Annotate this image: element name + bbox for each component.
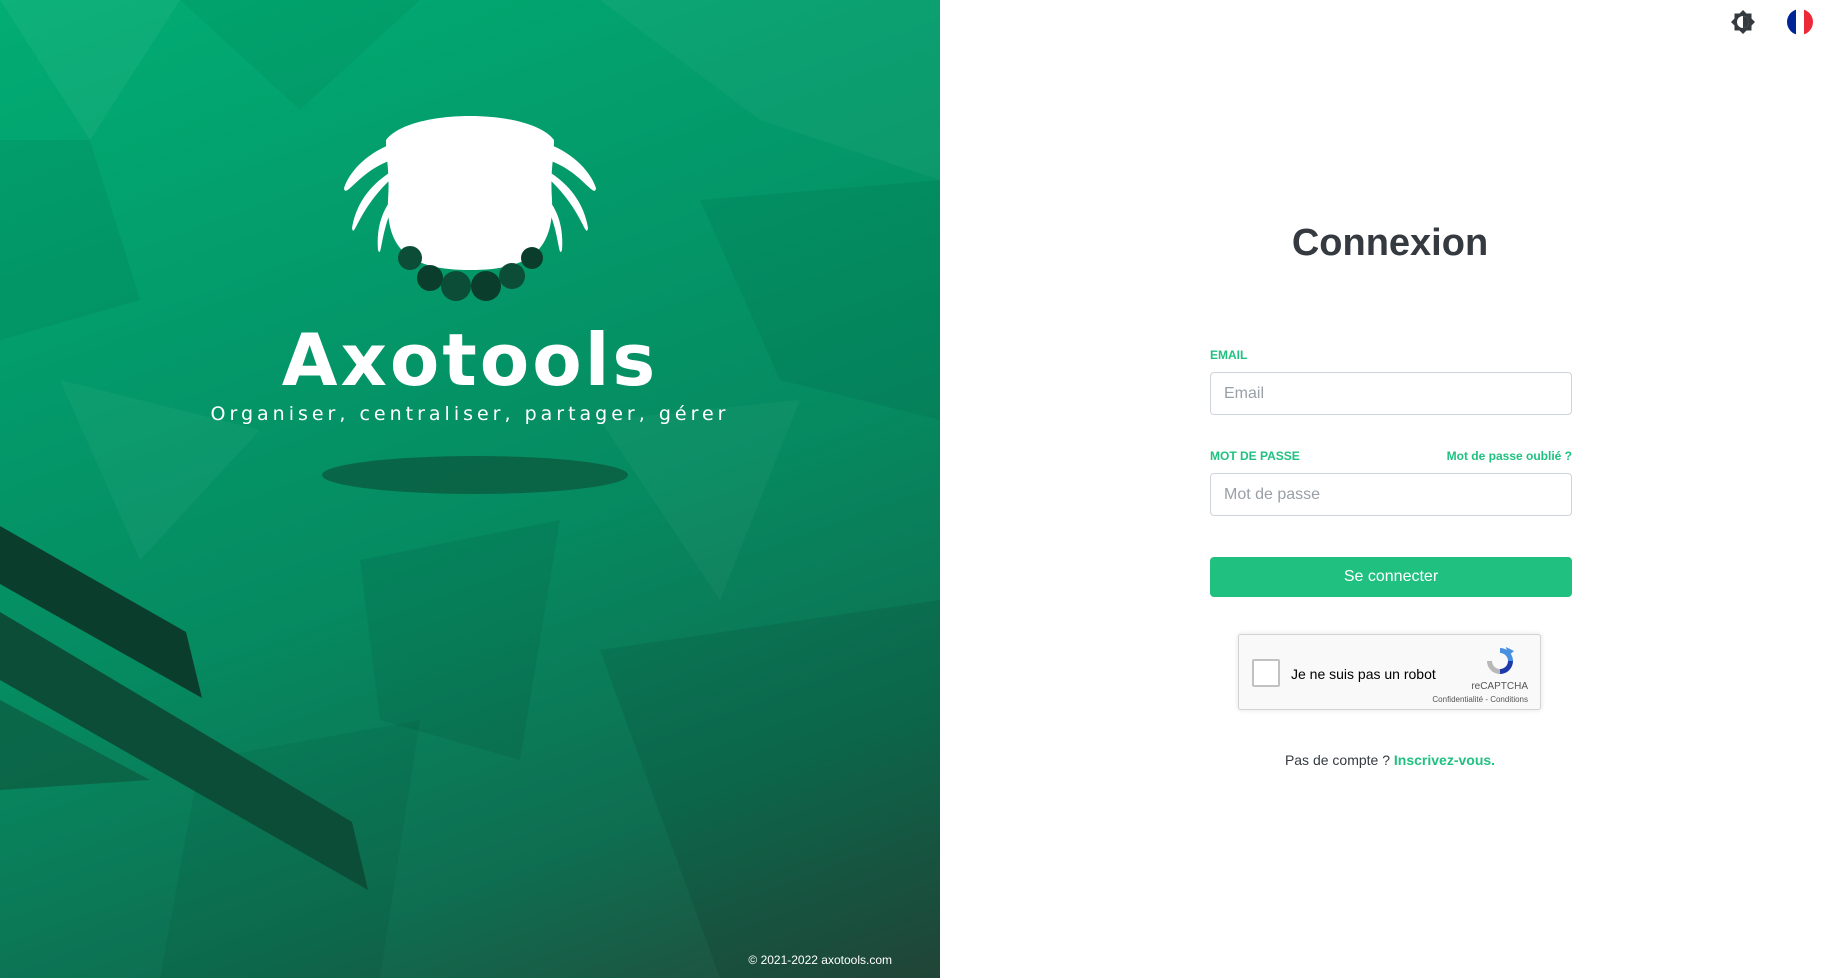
recaptcha-label: Je ne suis pas un robot (1291, 666, 1436, 682)
recaptcha-brand: reCAPTCHA (1471, 681, 1528, 692)
french-flag-icon (1787, 9, 1796, 35)
email-label: EMAIL (1210, 348, 1248, 362)
logo-shadow (322, 456, 628, 494)
page-title: Connexion (1291, 222, 1489, 264)
theme-toggle-button[interactable] (1730, 9, 1756, 35)
signup-prompt: Pas de compte ? Inscrivez-vous. (1120, 752, 1660, 768)
brand-tagline: Organiser, centraliser, partager, gérer (210, 403, 730, 425)
recaptcha-widget: Je ne suis pas un robot reCAPTCHA Confid… (1238, 634, 1541, 710)
signup-link[interactable]: Inscrivez-vous. (1394, 752, 1495, 768)
forgot-password-link[interactable]: Mot de passe oublié ? (1432, 449, 1572, 463)
brand-panel: Axotools Organiser, centraliser, partage… (0, 0, 940, 978)
recaptcha-logo-icon (1487, 647, 1514, 674)
email-input[interactable] (1210, 372, 1572, 415)
axolotl-logo (344, 116, 596, 301)
brightness-icon (1731, 10, 1755, 34)
recaptcha-checkbox[interactable] (1252, 659, 1280, 687)
brand-name: Axotools (281, 318, 659, 402)
login-button[interactable]: Se connecter (1210, 557, 1572, 597)
recaptcha-links[interactable]: Confidentialité - Conditions (1432, 695, 1528, 704)
language-selector[interactable] (1787, 9, 1813, 35)
password-input[interactable] (1210, 473, 1572, 516)
password-label: MOT DE PASSE (1210, 449, 1300, 463)
signup-text: Pas de compte ? (1284, 752, 1390, 768)
copyright-text: © 2021-2022 axotools.com (748, 953, 892, 967)
